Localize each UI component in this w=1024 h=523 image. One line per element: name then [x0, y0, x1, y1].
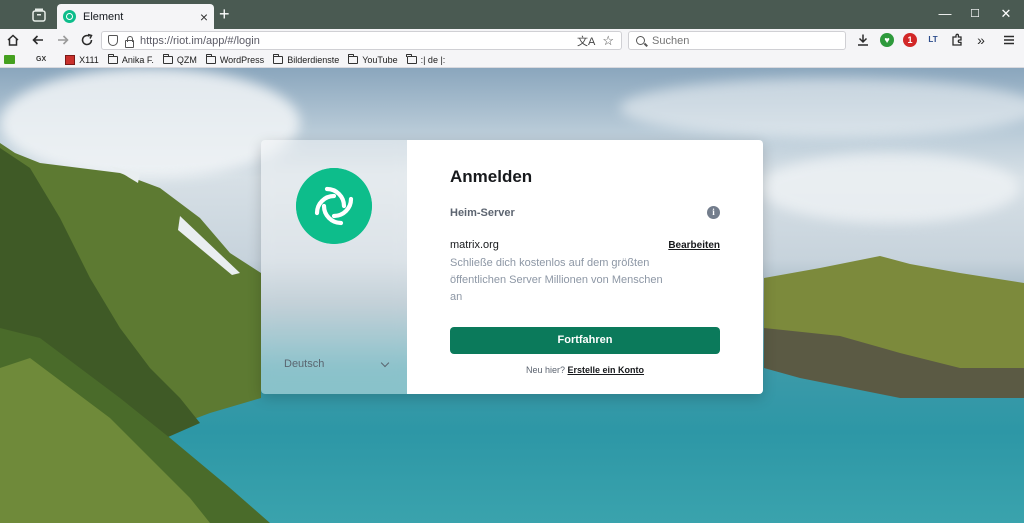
login-form-panel: Anmelden Heim-Server i matrix.org Bearbe…	[407, 140, 763, 394]
bookmark-list: X111 Anika F. QZM WordPress Bilderdienste You…	[65, 53, 454, 65]
language-select[interactable]: Deutsch	[284, 358, 390, 370]
search-input[interactable]	[652, 34, 832, 47]
card-branding-panel: Deutsch	[261, 140, 407, 394]
email-bookmark-icon[interactable]	[4, 55, 15, 64]
search-icon	[636, 36, 645, 45]
download-icon[interactable]	[855, 32, 871, 48]
red-bookmark-icon	[65, 54, 76, 65]
folder-icon	[406, 53, 417, 64]
homeserver-label: Heim-Server	[450, 206, 515, 219]
window-close-button[interactable]: ✕	[997, 6, 1015, 22]
info-icon[interactable]: i	[707, 206, 720, 219]
tracking-shield-icon[interactable]	[108, 35, 118, 46]
folder-icon	[272, 53, 284, 64]
edit-server-link[interactable]: Bearbeiten	[668, 240, 720, 251]
tab-title: Element	[83, 10, 124, 23]
bookmarks-bar: GX X111 Anika F. QZM WordPress Bilderdienste…	[0, 52, 1024, 68]
padlock-icon[interactable]	[124, 36, 134, 48]
bookmark-item[interactable]: QZM	[162, 53, 197, 65]
extension-green-icon[interactable]: ♥	[880, 33, 894, 47]
create-account-link[interactable]: Erstelle ein Konto	[568, 365, 645, 375]
signup-prompt: Neu hier? Erstelle ein Konto	[407, 365, 763, 375]
notification-badge: 1	[907, 35, 913, 45]
element-logo-icon	[296, 168, 372, 244]
element-favicon-icon	[63, 10, 76, 23]
page-title: Anmelden	[450, 167, 533, 186]
home-icon[interactable]	[5, 32, 21, 48]
languagetool-icon[interactable]: LT	[926, 33, 940, 47]
bookmark-label: QZM	[176, 54, 197, 65]
login-card: Deutsch Anmelden Heim-Server i matrix.or…	[261, 140, 763, 394]
bookmark-item[interactable]: Anika F.	[107, 53, 154, 65]
bookmark-item[interactable]: :| de |:	[406, 53, 446, 65]
chevron-down-icon	[380, 358, 390, 367]
bookmark-item[interactable]: WordPress	[205, 53, 265, 65]
extension-notification-icon[interactable]: 1	[903, 33, 917, 47]
address-bar[interactable]: https://riot.im/app/#/login 文A ☆	[101, 31, 622, 50]
bookmark-item[interactable]: YouTube	[347, 53, 398, 65]
bookmark-label: WordPress	[219, 54, 265, 65]
back-arrow-icon[interactable]	[30, 32, 46, 48]
tab-close-icon[interactable]: ×	[200, 10, 208, 24]
window-maximize-button[interactable]: ☐	[966, 6, 984, 22]
overflow-chevron-icon[interactable]: »	[973, 32, 989, 48]
window-minimize-button[interactable]: —	[936, 6, 954, 22]
gx-bookmark-icon[interactable]: GX	[36, 56, 46, 63]
bookmark-label: X111	[79, 54, 99, 65]
forward-arrow-icon[interactable]	[55, 32, 71, 48]
extensions-puzzle-icon[interactable]	[949, 32, 965, 48]
hamburger-menu-icon[interactable]	[1001, 32, 1017, 48]
login-page: Deutsch Anmelden Heim-Server i matrix.or…	[0, 68, 1024, 523]
url-text[interactable]: https://riot.im/app/#/login	[140, 35, 577, 47]
folder-icon	[347, 53, 359, 64]
server-name: matrix.org	[450, 239, 499, 251]
browser-nav-bar: https://riot.im/app/#/login 文A ☆ ♥ 1 LT …	[0, 29, 1024, 52]
new-here-text: Neu hier?	[525, 365, 565, 375]
reload-icon[interactable]	[79, 32, 95, 48]
folder-icon	[162, 53, 173, 64]
server-description: Schließe dich kostenlos auf dem größten …	[450, 257, 663, 303]
bookmark-label: :| de |:	[420, 54, 446, 65]
bookmark-item[interactable]: X111	[65, 54, 99, 65]
search-box[interactable]	[628, 31, 846, 50]
bookmark-star-icon[interactable]: ☆	[602, 33, 614, 49]
browser-tab-bar: Element × + — ☐ ✕	[0, 0, 1024, 29]
continue-button[interactable]: Fortfahren	[450, 327, 720, 354]
language-label: Deutsch	[284, 358, 325, 370]
bookmark-label: Bilderdienste	[287, 54, 340, 65]
browser-tab-element[interactable]: Element ×	[57, 4, 214, 29]
folder-icon	[205, 53, 216, 64]
translate-icon[interactable]: 文A	[577, 33, 595, 49]
new-tab-button[interactable]: +	[219, 5, 230, 23]
bookmark-item[interactable]: Bilderdienste	[272, 53, 340, 65]
tab-overview-icon[interactable]	[30, 7, 48, 23]
bookmark-label: Anika F.	[121, 54, 154, 65]
folder-icon	[107, 53, 118, 64]
bookmark-label: YouTube	[362, 54, 398, 65]
